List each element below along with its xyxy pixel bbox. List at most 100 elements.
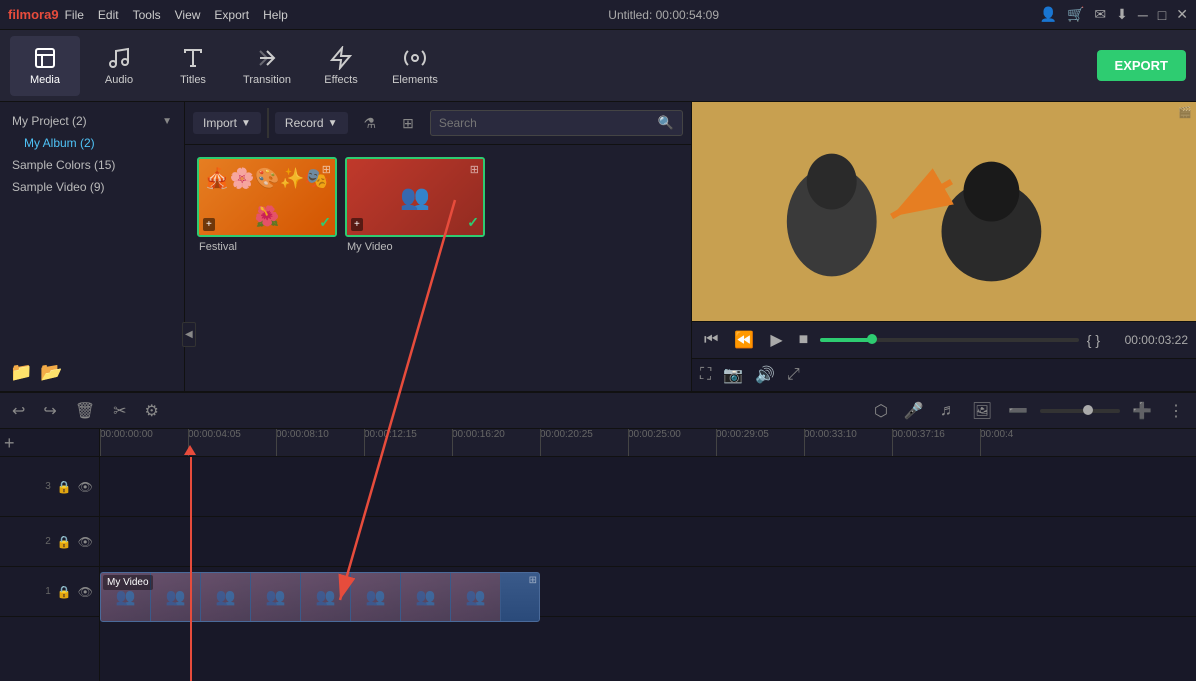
clip-filmstrip: 👥 👥 👥 👥 👥 👥 👥 👥 [101,573,501,621]
sidebar-collapse-button[interactable]: ◀ [182,322,196,347]
tab-elements[interactable]: Elements [380,36,450,96]
zoom-slider-thumb[interactable] [1083,405,1093,415]
record-button[interactable]: Record ▼ [275,112,348,134]
titlebar-left: filmora9 File Edit Tools View Export Hel… [8,7,288,22]
preview-controls: ⏮ ⏪ ▶ ■ { } 00:00:03:22 [692,321,1196,358]
timecode-0: 00:00:00:00 [100,429,153,440]
media-item-myvideo[interactable]: 👥 ⊞ + ✓ My Video [345,157,485,253]
new-folder-button[interactable]: 📁 [10,362,32,383]
clip-frame-8: 👥 [451,573,501,621]
track-1-lock-icon[interactable]: 🔒 [57,585,72,599]
sidebar-item-myproject[interactable]: My Project (2) ▼ [0,110,184,132]
sidebar-item-samplevideo[interactable]: Sample Video (9) [0,176,184,198]
timecode-10: 00:00:4 [980,429,1013,440]
fullscreen-button[interactable]: ⤢ [787,366,800,384]
delete-button[interactable]: 🗑 [71,399,99,423]
menu-export[interactable]: Export [214,8,249,22]
grid-view-button[interactable]: ⊞ [392,111,424,136]
tab-audio[interactable]: Audio [84,36,154,96]
progress-bar[interactable] [820,338,1078,342]
clip-frame-3: 👥 [201,573,251,621]
play-button[interactable]: ▶ [766,328,786,352]
motion-button[interactable]: ⬡ [870,399,892,423]
search-container: 🔍 [430,110,683,136]
media-item-festival[interactable]: 🎪 🌸 🎨 ✨ 🎭 🌺 ⊞ + ✓ Festival [197,157,337,253]
menu-tools[interactable]: Tools [133,8,161,22]
timecode-display: 00:00:03:22 [1108,333,1188,347]
undo-button[interactable]: ↩ [8,399,29,423]
time-ruler: 00:00:00:00 00:00:04:05 00:00:08:10 00:0… [100,429,1196,457]
cut-button[interactable]: ✂ [109,399,130,423]
audio-mix-button[interactable]: ♬ [936,400,960,422]
tab-media[interactable]: Media [10,36,80,96]
titlebar-menus: File Edit Tools View Export Help [65,8,288,22]
zoom-slider[interactable] [1040,409,1120,413]
tab-transition-label: Transition [243,74,291,86]
zoom-out-button[interactable]: ➖ [1004,399,1032,423]
video-clip-myvideo[interactable]: My Video 👥 👥 👥 👥 👥 👥 👥 👥 ⊞ [100,572,540,622]
rewind-button[interactable]: ⏮ [700,329,722,351]
menu-help[interactable]: Help [263,8,288,22]
timecode-3: 00:00:12:15 [364,429,417,440]
sidebar-item-samplecolors[interactable]: Sample Colors (15) [0,154,184,176]
track-1-eye-icon[interactable]: 👁 [78,585,93,599]
filter-button[interactable]: ⚗ [354,111,387,136]
time-line-8 [804,429,805,456]
import-media-button[interactable]: 📂 [40,362,62,383]
menu-view[interactable]: View [175,8,201,22]
track-3-eye-icon[interactable]: 👁 [78,480,93,494]
fullscreen-preview-button[interactable]: ⛶ [700,366,711,384]
color-correct-button[interactable]: ⚙ [141,399,163,423]
media-grid: 🎪 🌸 🎨 ✨ 🎭 🌺 ⊞ + ✓ Festival [185,145,691,265]
import-label: Import [203,116,237,130]
photo-motion-button[interactable]: 🖼 [968,399,996,423]
mail-icon[interactable]: ✉ [1094,6,1106,23]
track-2-lock-icon[interactable]: 🔒 [57,535,72,549]
track-3-lock-icon[interactable]: 🔒 [57,480,72,494]
track-lane-1: My Video 👥 👥 👥 👥 👥 👥 👥 👥 ⊞ [100,567,1196,617]
tab-audio-label: Audio [105,74,133,86]
purchase-icon[interactable]: 🛒 [1067,6,1084,23]
add-track-button[interactable]: + [4,433,15,454]
menu-file[interactable]: File [65,8,84,22]
stop-button[interactable]: ■ [795,329,813,351]
time-line-6 [628,429,629,456]
user-icon[interactable]: 👤 [1040,6,1057,23]
maximize-button[interactable]: □ [1158,7,1166,23]
add-icon-2: + [351,218,363,231]
redo-button[interactable]: ↪ [39,399,60,423]
myvideo-thumbnail: 👥 [347,159,483,235]
track-2-label: 2 [45,536,51,547]
download-icon[interactable]: ⬇ [1116,6,1128,23]
track-headers: + 3 🔒 👁 2 🔒 👁 1 🔒 👁 [0,429,100,681]
tab-titles[interactable]: Titles [158,36,228,96]
checkmark-icon: ✓ [319,214,331,231]
step-back-button[interactable]: ⏪ [730,328,758,352]
media-thumb-myvideo: 👥 ⊞ + ✓ [345,157,485,237]
import-button[interactable]: Import ▼ [193,112,261,134]
tab-transition[interactable]: Transition [232,36,302,96]
snapshot-button[interactable]: 📷 [723,365,743,385]
audio-button[interactable]: 🔊 [755,365,775,385]
import-chevron-icon: ▼ [241,118,251,129]
track-area: 00:00:00:00 00:00:04:05 00:00:08:10 00:0… [100,429,1196,681]
tab-media-label: Media [30,74,60,86]
track-2-eye-icon[interactable]: 👁 [78,535,93,549]
tab-effects[interactable]: Effects [306,36,376,96]
minimize-button[interactable]: ─ [1138,7,1148,23]
media-thumb-festival: 🎪 🌸 🎨 ✨ 🎭 🌺 ⊞ + ✓ [197,157,337,237]
clip-frame-6: 👥 [351,573,401,621]
timecode-8: 00:00:33:10 [804,429,857,440]
progress-thumb[interactable] [867,334,877,344]
close-button[interactable]: ✕ [1176,6,1188,23]
zoom-in-button[interactable]: ➕ [1128,399,1156,423]
more-button[interactable]: ⋮ [1164,399,1188,423]
timeline: ↩ ↪ 🗑 ✂ ⚙ ⬡ 🎤 ♬ 🖼 ➖ ➕ ⋮ + 3 🔒 [0,391,1196,681]
time-line-0 [100,429,101,456]
mic-button[interactable]: 🎤 [900,399,928,423]
clip-frame-4: 👥 [251,573,301,621]
menu-edit[interactable]: Edit [98,8,119,22]
search-input[interactable] [439,116,652,130]
export-button[interactable]: EXPORT [1097,50,1186,81]
sidebar-item-myalbum[interactable]: My Album (2) [0,132,184,154]
